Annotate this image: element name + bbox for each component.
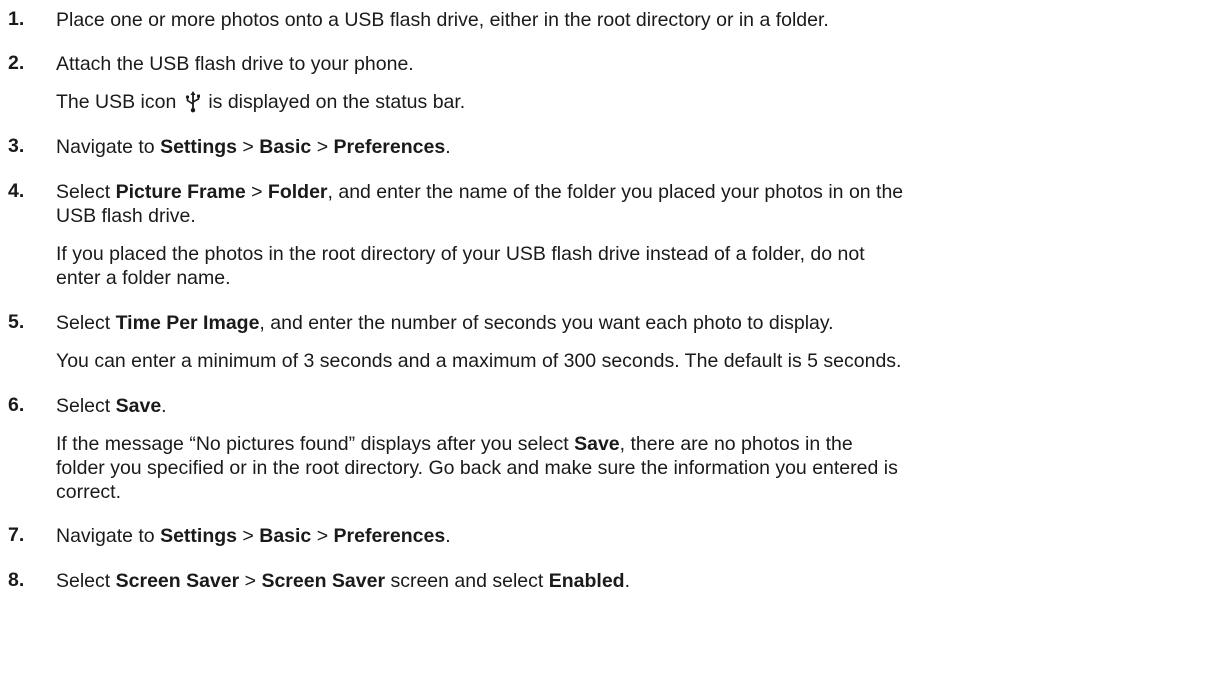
step-number: 8. — [8, 569, 25, 591]
menu-path-settings: Settings — [160, 525, 237, 547]
note-bold-save: Save — [574, 433, 620, 455]
note-text: correct. — [56, 481, 122, 503]
menu-path-save: Save — [115, 395, 162, 417]
menu-path-picture-frame: Picture Frame — [115, 181, 246, 203]
step-text-span: Select — [56, 312, 116, 334]
step-note: If you placed the photos in the root dir… — [56, 242, 1218, 266]
step-text: Place one or more photos onto a USB flas… — [56, 8, 1218, 32]
step-6: 6. Select Save. If the message “No pictu… — [8, 394, 1218, 504]
step-text-cont: USB flash drive. — [56, 204, 1218, 228]
step-number: 4. — [8, 180, 25, 202]
menu-path-basic: Basic — [259, 525, 312, 547]
step-text-span: . — [445, 525, 451, 547]
step-text: Navigate to Settings > Basic > Preferenc… — [56, 524, 1218, 548]
menu-path-folder: Folder — [267, 181, 328, 203]
menu-path-screen-saver: Screen Saver — [115, 570, 240, 592]
step-text: Attach the USB flash drive to your phone… — [56, 52, 1218, 76]
step-text-span: . — [624, 570, 631, 592]
note-text: enter a folder name. — [56, 267, 231, 289]
step-text: Select Time Per Image, and enter the num… — [56, 311, 1218, 335]
step-number: 3. — [8, 135, 25, 157]
step-note: You can enter a minimum of 3 seconds and… — [56, 349, 1218, 373]
step-text-span: Select — [56, 395, 116, 417]
step-text-span: , and enter the number of seconds you wa… — [259, 312, 834, 334]
step-7: 7. Navigate to Settings > Basic > Prefer… — [8, 524, 1218, 548]
menu-path-preferences: Preferences — [333, 525, 446, 547]
note-text: , there are no photos in the — [619, 433, 853, 455]
separator: > — [311, 525, 334, 547]
instruction-list: 1. Place one or more photos onto a USB f… — [8, 8, 1218, 593]
step-number: 1. — [8, 8, 25, 30]
separator: > — [237, 525, 260, 547]
menu-path-basic: Basic — [259, 136, 312, 158]
note-text: If you placed the photos in the root dir… — [56, 243, 865, 265]
note-text: folder you specified or in the root dire… — [56, 457, 898, 479]
step-text-span: Select — [56, 181, 116, 203]
step-text-span: Place one or more photos onto a USB flas… — [56, 9, 829, 31]
note-text: If the message “No pictures found” displ… — [56, 433, 575, 455]
step-text-span: USB flash drive. — [56, 205, 196, 227]
separator: > — [245, 181, 268, 203]
step-8: 8. Select Screen Saver > Screen Saver sc… — [8, 569, 1218, 593]
step-text: Select Screen Saver > Screen Saver scree… — [56, 569, 1218, 593]
separator: > — [237, 136, 260, 158]
step-5: 5. Select Time Per Image, and enter the … — [8, 311, 1218, 373]
step-text-span: screen and select — [385, 570, 549, 592]
step-text-span: , and enter the name of the folder you p… — [327, 181, 904, 203]
step-text: Select Save. — [56, 394, 1218, 418]
step-text-span: . — [445, 136, 451, 158]
note-text: The USB icon — [56, 91, 177, 113]
step-text: Navigate to Settings > Basic > Preferenc… — [56, 135, 1218, 159]
menu-path-preferences: Preferences — [333, 136, 446, 158]
menu-path-screen-saver-screen: Screen Saver — [261, 570, 386, 592]
step-3: 3. Navigate to Settings > Basic > Prefer… — [8, 135, 1218, 159]
step-text-span: Attach the USB flash drive to your phone… — [56, 53, 414, 75]
step-text-span: Navigate to — [56, 136, 161, 158]
step-4: 4. Select Picture Frame > Folder, and en… — [8, 180, 1218, 290]
step-note: The USB icon is displayed on the status … — [56, 90, 1218, 114]
step-number: 2. — [8, 52, 25, 74]
step-text-span: Select — [56, 570, 116, 592]
menu-path-time-per-image: Time Per Image — [115, 312, 260, 334]
step-2: 2. Attach the USB flash drive to your ph… — [8, 52, 1218, 114]
step-number: 6. — [8, 394, 25, 416]
step-note-cont: enter a folder name. — [56, 266, 1218, 290]
step-text: Select Picture Frame > Folder, and enter… — [56, 180, 1218, 204]
step-note-cont: correct. — [56, 480, 1218, 504]
note-text: is displayed on the status bar. — [208, 91, 466, 113]
separator: > — [311, 136, 334, 158]
separator: > — [239, 570, 262, 592]
menu-path-settings: Settings — [160, 136, 237, 158]
option-enabled: Enabled — [548, 570, 625, 592]
step-number: 5. — [8, 311, 25, 333]
usb-icon — [186, 91, 201, 113]
step-note: If the message “No pictures found” displ… — [56, 432, 1218, 456]
step-text-span: Navigate to — [56, 525, 161, 547]
note-text: You can enter a minimum of 3 seconds and… — [56, 350, 902, 372]
step-text-span: . — [161, 395, 167, 417]
step-number: 7. — [8, 524, 25, 546]
step-note-cont: folder you specified or in the root dire… — [56, 456, 1218, 480]
step-1: 1. Place one or more photos onto a USB f… — [8, 8, 1218, 32]
